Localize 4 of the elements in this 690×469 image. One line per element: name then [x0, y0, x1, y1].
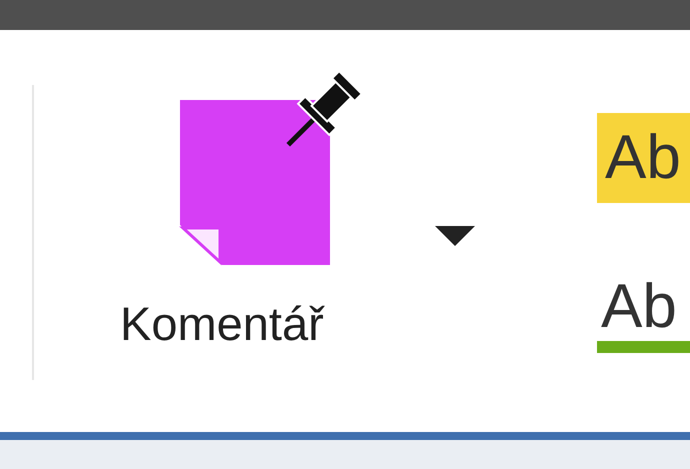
caret-icon[interactable] — [435, 226, 475, 248]
comment-button[interactable]: Komentář — [120, 70, 365, 352]
highlight-style-button[interactable]: Ab — [597, 113, 690, 203]
underline-style-button[interactable]: Ab — [597, 273, 690, 353]
